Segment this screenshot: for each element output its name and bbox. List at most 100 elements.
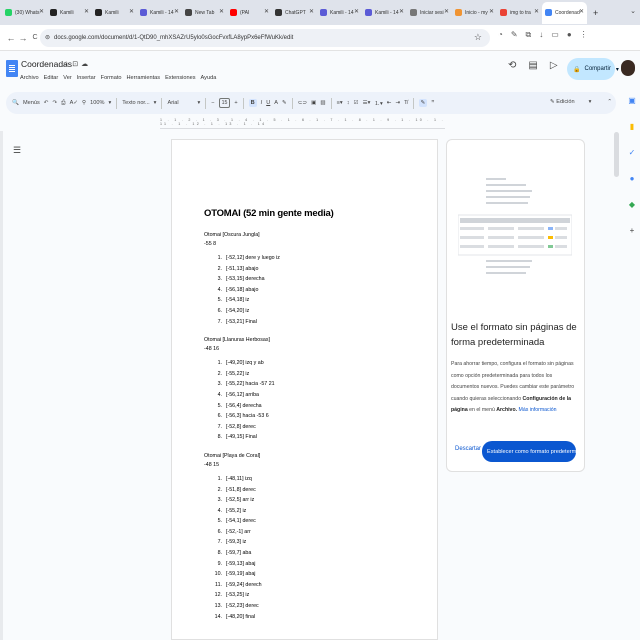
sidepanel-icon[interactable]: ▭ xyxy=(551,30,559,40)
docs-logo-icon[interactable] xyxy=(6,60,18,77)
menu-item[interactable]: Editar xyxy=(44,75,59,81)
redo-icon[interactable]: ↷ xyxy=(52,100,57,106)
underline-icon[interactable]: U xyxy=(266,100,270,106)
tab-close-icon[interactable]: ✕ xyxy=(444,8,449,15)
site-info-icon[interactable]: ⊜ xyxy=(45,34,50,41)
indent-increase-icon[interactable]: ⇥ xyxy=(395,100,400,106)
comment-icon[interactable]: ▣ xyxy=(311,100,316,106)
window-controls[interactable]: ⌄ xyxy=(630,7,636,15)
pen-icon[interactable]: ✎ xyxy=(511,30,518,40)
chevron-down-icon[interactable]: ▾ xyxy=(108,100,111,106)
font-size-decrease-icon[interactable]: − xyxy=(211,100,214,106)
calendar-icon[interactable]: ▣ xyxy=(628,96,636,105)
align-icon[interactable]: ≡▾ xyxy=(337,100,343,106)
browser-tab[interactable]: Kamili - 14 ✕ xyxy=(137,2,182,24)
font-select[interactable]: Arial xyxy=(167,100,193,106)
menu-item[interactable]: Insertar xyxy=(77,75,96,81)
comments-icon[interactable]: ▤ xyxy=(528,60,537,71)
font-size-increase-icon[interactable]: + xyxy=(234,100,237,106)
bookmark-star-icon[interactable]: ☆ xyxy=(474,32,482,43)
menu-item[interactable]: Herramientas xyxy=(126,75,160,81)
avatar[interactable] xyxy=(621,60,635,76)
link-icon[interactable]: ⊂⊃ xyxy=(298,100,307,106)
browser-tab[interactable]: (30) Whats ✕ xyxy=(2,2,47,24)
forward-icon[interactable]: → xyxy=(17,33,29,43)
highlight-icon[interactable]: ✎ xyxy=(282,100,287,106)
editing-mode-select[interactable]: ✎ Edición ▾ ⌃ xyxy=(550,99,612,105)
tab-close-icon[interactable]: ✕ xyxy=(489,8,494,15)
cloud-status-icon[interactable]: ☁ xyxy=(81,61,91,68)
indent-decrease-icon[interactable]: ⇤ xyxy=(387,100,392,106)
chevron-up-icon[interactable]: ⌃ xyxy=(607,99,612,105)
bold-icon[interactable]: B xyxy=(248,99,257,107)
paint-format-icon[interactable]: ⚲ xyxy=(82,100,86,106)
spellcheck-icon[interactable]: A✓ xyxy=(70,100,78,106)
ruler[interactable]: 1 . 1 . 2 . 1 . 3 . 1 . 4 . 1 . 5 . 1 . … xyxy=(160,118,445,129)
browser-tab[interactable]: (PAI ✕ xyxy=(227,2,272,24)
browser-tab[interactable]: Kamili - 14 ✕ xyxy=(317,2,362,24)
history-icon[interactable]: ⟲ xyxy=(508,60,516,71)
tab-close-icon[interactable]: ✕ xyxy=(264,8,269,15)
menu-item[interactable]: Ayuda xyxy=(201,75,217,81)
share-button[interactable]: 🔒 Compartir ▾ xyxy=(567,58,619,80)
checklist-icon[interactable]: ☑ xyxy=(354,100,359,106)
tasks-icon[interactable]: ✓ xyxy=(629,148,636,157)
meet-icon[interactable]: ▷ xyxy=(550,60,558,71)
line-spacing-icon[interactable]: ↕ xyxy=(347,100,350,106)
browser-tab[interactable]: New Tab ✕ xyxy=(182,2,227,24)
menu-item[interactable]: Extensiones xyxy=(165,75,195,81)
add-addon-icon[interactable]: + xyxy=(630,226,635,235)
tab-close-icon[interactable]: ✕ xyxy=(309,8,314,15)
tab-close-icon[interactable]: ✕ xyxy=(354,8,359,15)
star-icon[interactable]: ☆ xyxy=(63,61,72,68)
undo-icon[interactable]: ↶ xyxy=(44,100,49,106)
browser-tab[interactable]: Kamili ✕ xyxy=(92,2,137,24)
document-outline-icon[interactable]: ☰ xyxy=(13,145,21,156)
kebab-menu-icon[interactable]: ⋮ xyxy=(580,30,588,40)
style-select[interactable]: Texto nor... xyxy=(122,100,149,106)
image-icon[interactable]: ▨ xyxy=(320,100,325,106)
tab-close-icon[interactable]: ✕ xyxy=(39,8,44,15)
text-color-icon[interactable]: A xyxy=(274,100,278,106)
browser-tab[interactable]: Inicio - my ✕ xyxy=(452,2,497,24)
document-body[interactable]: OTOMAI (52 min gente media) Otomai [Oscu… xyxy=(204,208,334,631)
keep-icon[interactable]: ▮ xyxy=(630,122,634,131)
chevron-down-icon[interactable]: ▾ xyxy=(197,100,200,106)
puzzle-icon[interactable]: ⧉ xyxy=(526,30,532,40)
search-menus[interactable]: Menús xyxy=(23,100,40,106)
numbered-list-icon[interactable]: ⒈▾ xyxy=(374,99,382,107)
search-icon[interactable]: 🔍 xyxy=(12,100,19,106)
bulleted-list-icon[interactable]: ☰▾ xyxy=(363,100,371,106)
new-tab-button[interactable]: + xyxy=(593,8,598,18)
learn-more-link[interactable]: Más información xyxy=(519,407,557,413)
chevron-down-icon[interactable]: ▾ xyxy=(154,100,157,106)
browser-tab[interactable]: Coordenad ✕ xyxy=(542,1,587,24)
font-size-input[interactable]: 15 xyxy=(218,98,231,108)
browser-tab[interactable]: ChatGPT ✕ xyxy=(272,2,317,24)
profile-icon[interactable]: ● xyxy=(567,30,572,40)
tab-close-icon[interactable]: ✕ xyxy=(84,8,89,15)
tab-close-icon[interactable]: ✕ xyxy=(579,8,584,15)
print-icon[interactable]: ⎙ xyxy=(61,100,65,107)
move-folder-icon[interactable]: ⊡ xyxy=(72,61,81,68)
menu-item[interactable]: Formato xyxy=(101,75,122,81)
tab-close-icon[interactable]: ✕ xyxy=(219,8,224,15)
menu-item[interactable]: Archivo xyxy=(20,75,39,81)
set-default-button[interactable]: Establecer como formato predeterminado xyxy=(482,441,576,462)
expand-toolbar-icon[interactable]: ꟸ xyxy=(431,100,434,106)
contacts-icon[interactable]: ● xyxy=(630,174,635,183)
browser-tab[interactable]: Iniciar sesi ✕ xyxy=(407,2,452,24)
back-icon[interactable]: ← xyxy=(5,33,17,43)
scrollbar[interactable] xyxy=(614,132,619,177)
edit-mode-pen-icon[interactable]: ✎ xyxy=(418,99,428,107)
dismiss-button[interactable]: Descartar xyxy=(455,446,481,452)
chevron-down-icon[interactable]: ▾ xyxy=(616,66,619,73)
maps-icon[interactable]: ◆ xyxy=(629,200,635,209)
extension-icon[interactable]: ◔ xyxy=(498,30,503,40)
tab-close-icon[interactable]: ✕ xyxy=(534,8,539,15)
zoom-select[interactable]: 100% xyxy=(90,100,104,106)
menu-item[interactable]: Ver xyxy=(63,75,71,81)
browser-tab[interactable]: Kamili - 14 ✕ xyxy=(362,2,407,24)
tab-close-icon[interactable]: ✕ xyxy=(174,8,179,15)
italic-icon[interactable]: I xyxy=(261,100,263,106)
